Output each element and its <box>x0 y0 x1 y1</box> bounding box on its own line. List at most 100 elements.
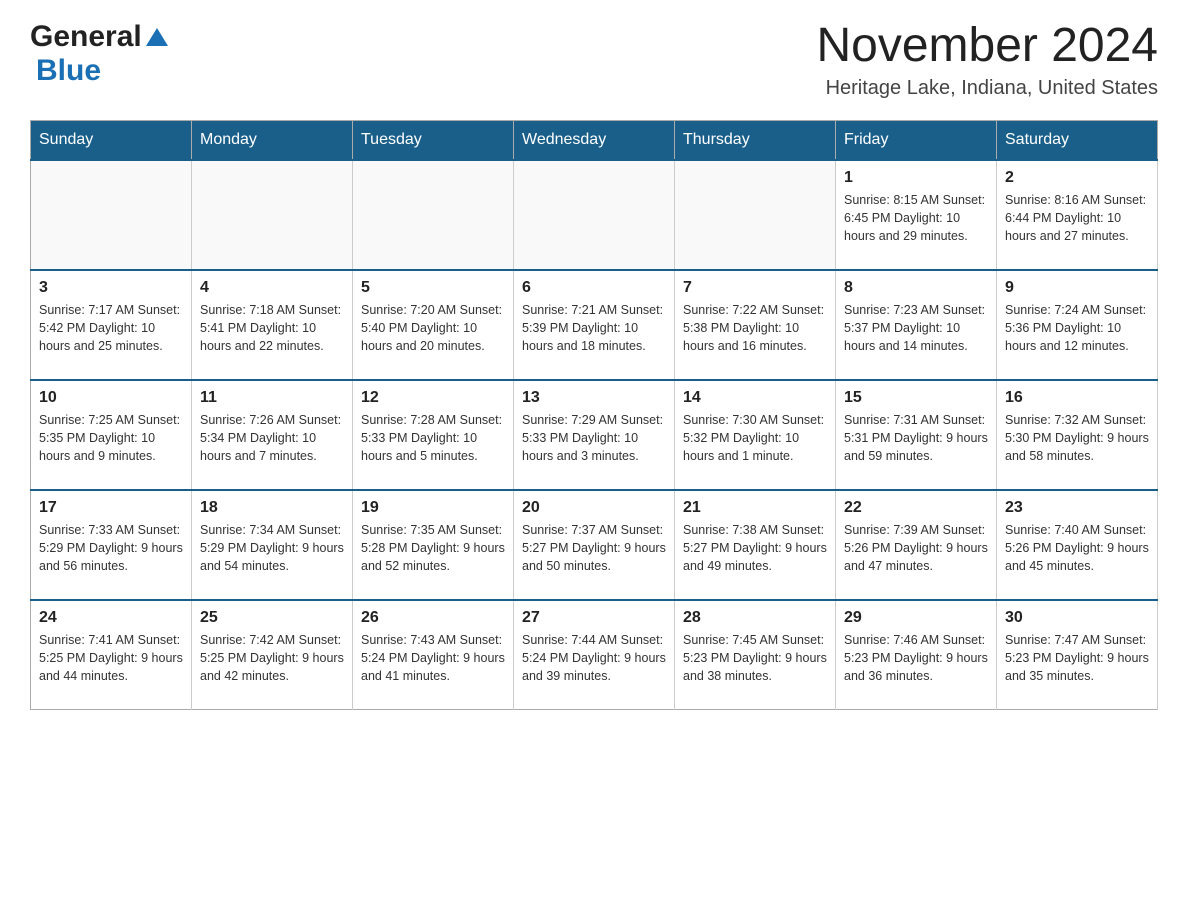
calendar-cell: 16 Sunrise: 7:32 AM Sunset: 5:30 PM Dayli… <box>997 380 1158 490</box>
day-info: Sunrise: 7:47 AM Sunset: 5:23 PM Dayligh… <box>1005 631 1149 685</box>
day-info: Sunrise: 7:41 AM Sunset: 5:25 PM Dayligh… <box>39 631 183 685</box>
calendar-cell: 9 Sunrise: 7:24 AM Sunset: 5:36 PM Daylig… <box>997 270 1158 380</box>
day-info: Sunrise: 7:23 AM Sunset: 5:37 PM Dayligh… <box>844 301 988 355</box>
logo-triangle-icon <box>146 28 168 51</box>
weekday-header-row: SundayMondayTuesdayWednesdayThursdayFrid… <box>31 120 1158 160</box>
day-info: Sunrise: 8:16 AM Sunset: 6:44 PM Dayligh… <box>1005 191 1149 245</box>
day-info: Sunrise: 7:24 AM Sunset: 5:36 PM Dayligh… <box>1005 301 1149 355</box>
day-info: Sunrise: 7:45 AM Sunset: 5:23 PM Dayligh… <box>683 631 827 685</box>
day-info: Sunrise: 7:18 AM Sunset: 5:41 PM Dayligh… <box>200 301 344 355</box>
day-info: Sunrise: 7:43 AM Sunset: 5:24 PM Dayligh… <box>361 631 505 685</box>
day-number: 9 <box>1005 279 1149 297</box>
day-number: 7 <box>683 279 827 297</box>
day-info: Sunrise: 8:15 AM Sunset: 6:45 PM Dayligh… <box>844 191 988 245</box>
logo-blue-text: Blue <box>36 54 101 88</box>
calendar-week-row: 24 Sunrise: 7:41 AM Sunset: 5:25 PM Dayli… <box>31 600 1158 710</box>
calendar-cell: 4Sunrise: 7:18 AM Sunset: 5:41 PM Daylig… <box>192 270 353 380</box>
calendar-cell: 14Sunrise: 7:30 AM Sunset: 5:32 PM Dayli… <box>675 380 836 490</box>
calendar-cell: 13 Sunrise: 7:29 AM Sunset: 5:33 PM Dayli… <box>514 380 675 490</box>
day-number: 22 <box>844 499 988 517</box>
day-number: 2 <box>1005 169 1149 187</box>
calendar-cell <box>675 160 836 270</box>
calendar-title: November 2024 <box>816 20 1158 73</box>
day-info: Sunrise: 7:44 AM Sunset: 5:24 PM Dayligh… <box>522 631 666 685</box>
calendar-subtitle: Heritage Lake, Indiana, United States <box>816 77 1158 100</box>
day-number: 11 <box>200 389 344 407</box>
calendar-cell: 29 Sunrise: 7:46 AM Sunset: 5:23 PM Dayli… <box>836 600 997 710</box>
calendar-cell: 12Sunrise: 7:28 AM Sunset: 5:33 PM Dayli… <box>353 380 514 490</box>
calendar-cell: 10 Sunrise: 7:25 AM Sunset: 5:35 PM Dayli… <box>31 380 192 490</box>
calendar-week-row: 10 Sunrise: 7:25 AM Sunset: 5:35 PM Dayli… <box>31 380 1158 490</box>
day-info: Sunrise: 7:29 AM Sunset: 5:33 PM Dayligh… <box>522 411 666 465</box>
day-number: 29 <box>844 609 988 627</box>
day-info: Sunrise: 7:33 AM Sunset: 5:29 PM Dayligh… <box>39 521 183 575</box>
weekday-header-monday: Monday <box>192 120 353 160</box>
day-number: 30 <box>1005 609 1149 627</box>
weekday-header-thursday: Thursday <box>675 120 836 160</box>
calendar-cell: 6 Sunrise: 7:21 AM Sunset: 5:39 PM Daylig… <box>514 270 675 380</box>
day-number: 17 <box>39 499 183 517</box>
weekday-header-friday: Friday <box>836 120 997 160</box>
day-number: 8 <box>844 279 988 297</box>
day-info: Sunrise: 7:20 AM Sunset: 5:40 PM Dayligh… <box>361 301 505 355</box>
day-number: 23 <box>1005 499 1149 517</box>
calendar-cell: 22 Sunrise: 7:39 AM Sunset: 5:26 PM Dayli… <box>836 490 997 600</box>
calendar-cell: 2 Sunrise: 8:16 AM Sunset: 6:44 PM Daylig… <box>997 160 1158 270</box>
day-info: Sunrise: 7:26 AM Sunset: 5:34 PM Dayligh… <box>200 411 344 465</box>
calendar-week-row: 17 Sunrise: 7:33 AM Sunset: 5:29 PM Dayli… <box>31 490 1158 600</box>
day-info: Sunrise: 7:25 AM Sunset: 5:35 PM Dayligh… <box>39 411 183 465</box>
calendar-table: SundayMondayTuesdayWednesdayThursdayFrid… <box>30 120 1158 711</box>
day-info: Sunrise: 7:40 AM Sunset: 5:26 PM Dayligh… <box>1005 521 1149 575</box>
day-info: Sunrise: 7:21 AM Sunset: 5:39 PM Dayligh… <box>522 301 666 355</box>
day-number: 1 <box>844 169 988 187</box>
day-number: 19 <box>361 499 505 517</box>
calendar-cell: 25Sunrise: 7:42 AM Sunset: 5:25 PM Dayli… <box>192 600 353 710</box>
weekday-header-wednesday: Wednesday <box>514 120 675 160</box>
calendar-cell: 27Sunrise: 7:44 AM Sunset: 5:24 PM Dayli… <box>514 600 675 710</box>
day-info: Sunrise: 7:22 AM Sunset: 5:38 PM Dayligh… <box>683 301 827 355</box>
weekday-header-sunday: Sunday <box>31 120 192 160</box>
day-number: 14 <box>683 389 827 407</box>
logo-general-text: General <box>30 20 142 54</box>
calendar-cell: 24 Sunrise: 7:41 AM Sunset: 5:25 PM Dayli… <box>31 600 192 710</box>
day-number: 6 <box>522 279 666 297</box>
day-number: 13 <box>522 389 666 407</box>
day-info: Sunrise: 7:38 AM Sunset: 5:27 PM Dayligh… <box>683 521 827 575</box>
calendar-cell: 8 Sunrise: 7:23 AM Sunset: 5:37 PM Daylig… <box>836 270 997 380</box>
calendar-cell: 1 Sunrise: 8:15 AM Sunset: 6:45 PM Daylig… <box>836 160 997 270</box>
day-info: Sunrise: 7:37 AM Sunset: 5:27 PM Dayligh… <box>522 521 666 575</box>
day-info: Sunrise: 7:34 AM Sunset: 5:29 PM Dayligh… <box>200 521 344 575</box>
weekday-header-tuesday: Tuesday <box>353 120 514 160</box>
day-number: 18 <box>200 499 344 517</box>
calendar-cell: 28 Sunrise: 7:45 AM Sunset: 5:23 PM Dayli… <box>675 600 836 710</box>
day-number: 3 <box>39 279 183 297</box>
day-info: Sunrise: 7:32 AM Sunset: 5:30 PM Dayligh… <box>1005 411 1149 465</box>
day-info: Sunrise: 7:39 AM Sunset: 5:26 PM Dayligh… <box>844 521 988 575</box>
day-number: 10 <box>39 389 183 407</box>
calendar-cell <box>353 160 514 270</box>
calendar-cell: 7 Sunrise: 7:22 AM Sunset: 5:38 PM Daylig… <box>675 270 836 380</box>
day-number: 26 <box>361 609 505 627</box>
day-info: Sunrise: 7:46 AM Sunset: 5:23 PM Dayligh… <box>844 631 988 685</box>
day-info: Sunrise: 7:28 AM Sunset: 5:33 PM Dayligh… <box>361 411 505 465</box>
calendar-cell: 3Sunrise: 7:17 AM Sunset: 5:42 PM Daylig… <box>31 270 192 380</box>
day-number: 28 <box>683 609 827 627</box>
day-number: 5 <box>361 279 505 297</box>
calendar-cell: 30 Sunrise: 7:47 AM Sunset: 5:23 PM Dayli… <box>997 600 1158 710</box>
day-number: 25 <box>200 609 344 627</box>
calendar-cell: 26 Sunrise: 7:43 AM Sunset: 5:24 PM Dayli… <box>353 600 514 710</box>
calendar-cell: 23 Sunrise: 7:40 AM Sunset: 5:26 PM Dayli… <box>997 490 1158 600</box>
page-header: General Blue November 2024 Heritage Lake… <box>30 20 1158 100</box>
calendar-cell: 11 Sunrise: 7:26 AM Sunset: 5:34 PM Dayli… <box>192 380 353 490</box>
day-info: Sunrise: 7:31 AM Sunset: 5:31 PM Dayligh… <box>844 411 988 465</box>
day-number: 24 <box>39 609 183 627</box>
weekday-header-saturday: Saturday <box>997 120 1158 160</box>
calendar-week-row: 3Sunrise: 7:17 AM Sunset: 5:42 PM Daylig… <box>31 270 1158 380</box>
day-info: Sunrise: 7:35 AM Sunset: 5:28 PM Dayligh… <box>361 521 505 575</box>
title-area: November 2024 Heritage Lake, Indiana, Un… <box>816 20 1158 100</box>
day-number: 16 <box>1005 389 1149 407</box>
calendar-week-row: 1 Sunrise: 8:15 AM Sunset: 6:45 PM Daylig… <box>31 160 1158 270</box>
calendar-cell: 5 Sunrise: 7:20 AM Sunset: 5:40 PM Daylig… <box>353 270 514 380</box>
calendar-cell: 18 Sunrise: 7:34 AM Sunset: 5:29 PM Dayli… <box>192 490 353 600</box>
calendar-cell: 20Sunrise: 7:37 AM Sunset: 5:27 PM Dayli… <box>514 490 675 600</box>
